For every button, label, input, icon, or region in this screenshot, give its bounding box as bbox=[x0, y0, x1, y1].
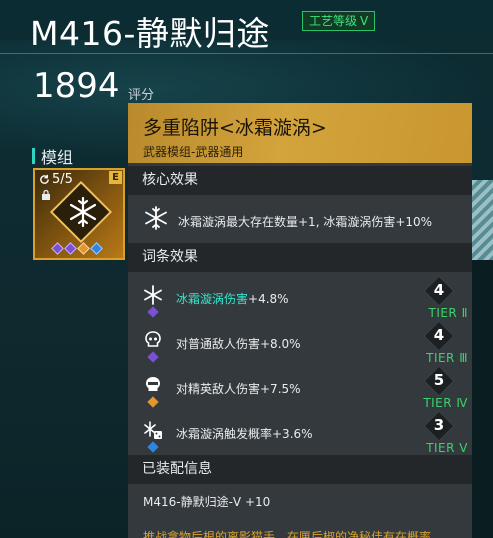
refresh-icon bbox=[40, 174, 49, 184]
attribute-text: 冰霜漩涡伤害+4.8% bbox=[176, 290, 289, 307]
craft-level-badge: 工艺等级 V bbox=[302, 11, 376, 31]
elite-skull-icon bbox=[146, 377, 160, 391]
module-name: 多重陷阱<冰霜漩涡> bbox=[143, 117, 327, 139]
attribute-row: 冰霜漩涡触发概率+3.6% 3 TIER Ⅴ bbox=[128, 410, 472, 457]
snowflake-icon bbox=[69, 196, 97, 228]
core-effect-header: 核心效果 bbox=[128, 166, 472, 195]
badge-label: 工艺等级 bbox=[309, 14, 358, 28]
attribute-value: +4.8% bbox=[248, 292, 289, 306]
background-panel-edge bbox=[472, 260, 493, 538]
module-slot-card[interactable]: 5/5 E bbox=[33, 168, 125, 260]
gem bbox=[77, 242, 90, 255]
gem bbox=[147, 441, 159, 453]
skull-icon bbox=[145, 331, 161, 347]
score-value: 1894 bbox=[33, 66, 120, 106]
frost-trigger-icon bbox=[144, 421, 162, 439]
attribute-text: 对精英敌人伤害+7.5% bbox=[176, 380, 301, 397]
module-section-header: 模组 bbox=[32, 144, 73, 168]
attribute-level: 4 bbox=[433, 326, 445, 344]
attribute-level: 4 bbox=[433, 281, 445, 299]
attribute-value: 对普通敌人伤害+8.0% bbox=[176, 337, 301, 351]
attribute-text: 冰霜漩涡触发概率+3.6% bbox=[176, 425, 313, 442]
attribute-level: 5 bbox=[433, 371, 445, 389]
attribute-tier: TIER Ⅲ bbox=[426, 351, 468, 365]
score-label: 评分 bbox=[128, 88, 155, 103]
rarity-tag: E bbox=[109, 171, 122, 184]
section-accent-bar bbox=[32, 148, 35, 164]
attribute-header: 词条效果 bbox=[128, 243, 472, 272]
gem bbox=[64, 242, 77, 255]
attribute-row: 对精英敌人伤害+7.5% 5 TIER Ⅳ bbox=[128, 365, 472, 412]
core-effect-text: 冰霜漩涡最大存在数量+1, 冰霜漩涡伤害+10% bbox=[178, 215, 433, 229]
attribute-tier: TIER Ⅳ bbox=[423, 396, 468, 410]
attribute-row: 对普通敌人伤害+8.0% 4 TIER Ⅲ bbox=[128, 320, 472, 367]
attribute-tier: TIER Ⅴ bbox=[426, 441, 468, 455]
background-art bbox=[472, 180, 493, 260]
lore-text: 推战拿物后根的离影猫手，在匣后椒的净秘佳有在概率 bbox=[143, 530, 432, 538]
module-type: 武器模组-武器通用 bbox=[143, 145, 244, 159]
equip-info-text: M416-静默归途-V +10 bbox=[143, 495, 271, 509]
module-count-text: 5/5 bbox=[52, 172, 73, 187]
attribute-highlight: 冰霜漩涡伤害 bbox=[176, 292, 249, 306]
gem bbox=[90, 242, 103, 255]
attribute-row: 冰霜漩涡伤害+4.8% 4 TIER Ⅱ bbox=[128, 275, 472, 322]
module-tooltip: 多重陷阱<冰霜漩涡> 武器模组-武器通用 核心效果 冰霜漩涡最大存在数量+1, … bbox=[128, 103, 472, 538]
attribute-tier: TIER Ⅱ bbox=[428, 306, 468, 320]
badge-level: V bbox=[360, 14, 369, 28]
lock-icon bbox=[42, 190, 50, 200]
tooltip-header: 多重陷阱<冰霜漩涡> 武器模组-武器通用 bbox=[128, 103, 472, 163]
module-section-label: 模组 bbox=[41, 148, 74, 167]
module-gem-row bbox=[51, 242, 103, 255]
gem bbox=[147, 306, 159, 318]
weapon-title: M416-静默归途 bbox=[30, 14, 270, 53]
gem bbox=[147, 351, 159, 363]
attribute-level: 3 bbox=[433, 416, 445, 434]
attribute-value: 对精英敌人伤害+7.5% bbox=[176, 382, 301, 396]
gem bbox=[147, 396, 159, 408]
frost-vortex-icon bbox=[145, 206, 167, 230]
module-count: 5/5 bbox=[39, 172, 73, 187]
equip-info-header: 已装配信息 bbox=[128, 455, 472, 484]
snowflake-icon bbox=[144, 285, 162, 305]
attribute-text: 对普通敌人伤害+8.0% bbox=[176, 335, 301, 352]
attribute-value: 冰霜漩涡触发概率+3.6% bbox=[176, 427, 313, 441]
gem bbox=[51, 242, 64, 255]
